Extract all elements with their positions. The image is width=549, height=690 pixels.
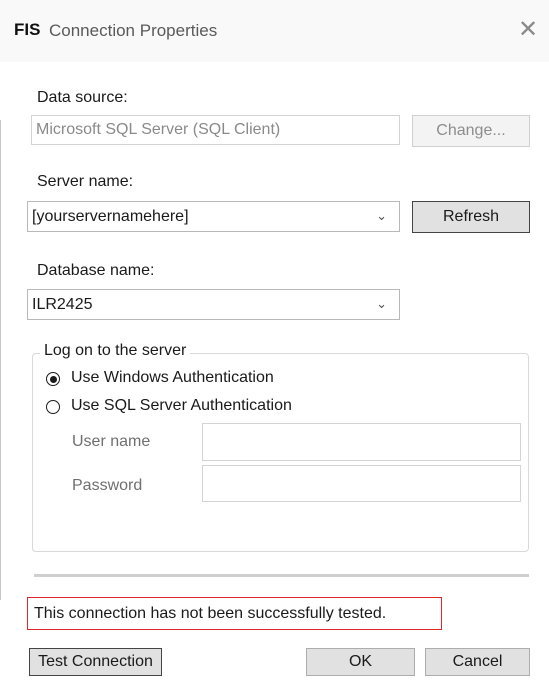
window-border: [0, 120, 1, 600]
server-name-value: [yourservernamehere]: [32, 207, 189, 225]
chevron-down-icon[interactable]: ⌄: [376, 290, 387, 319]
sql-auth-label[interactable]: Use SQL Server Authentication: [71, 397, 292, 415]
server-name-label: Server name:: [37, 173, 134, 190]
window-title: Connection Properties: [49, 21, 218, 40]
ok-button[interactable]: OK: [306, 648, 415, 676]
data-source-label: Data source:: [37, 89, 128, 106]
user-name-input[interactable]: [202, 423, 521, 461]
refresh-button[interactable]: Refresh: [412, 201, 530, 233]
cancel-button[interactable]: Cancel: [425, 648, 530, 676]
server-name-combobox[interactable]: [yourservernamehere] ⌄: [27, 201, 400, 232]
windows-auth-label[interactable]: Use Windows Authentication: [71, 369, 274, 387]
connection-status-message: This connection has not been successfull…: [27, 597, 442, 630]
test-connection-button[interactable]: Test Connection: [29, 648, 162, 676]
chevron-down-icon[interactable]: ⌄: [376, 202, 387, 231]
database-name-label: Database name:: [37, 262, 155, 279]
app-badge: FIS: [14, 20, 41, 39]
radio-selected-dot: [49, 375, 57, 383]
user-name-label: User name: [72, 433, 151, 450]
database-name-combobox[interactable]: ILR2425 ⌄: [27, 289, 400, 320]
close-icon[interactable]: ✕: [515, 14, 541, 44]
change-button[interactable]: Change...: [412, 115, 530, 147]
windows-auth-radio[interactable]: [46, 372, 60, 386]
password-label: Password: [72, 477, 143, 494]
password-input[interactable]: [202, 465, 521, 502]
sql-auth-radio[interactable]: [46, 400, 60, 414]
database-name-value: ILR2425: [32, 295, 93, 313]
separator: [34, 574, 529, 577]
data-source-field: Microsoft SQL Server (SQL Client): [31, 115, 400, 145]
logon-group-legend: Log on to the server: [40, 342, 191, 360]
